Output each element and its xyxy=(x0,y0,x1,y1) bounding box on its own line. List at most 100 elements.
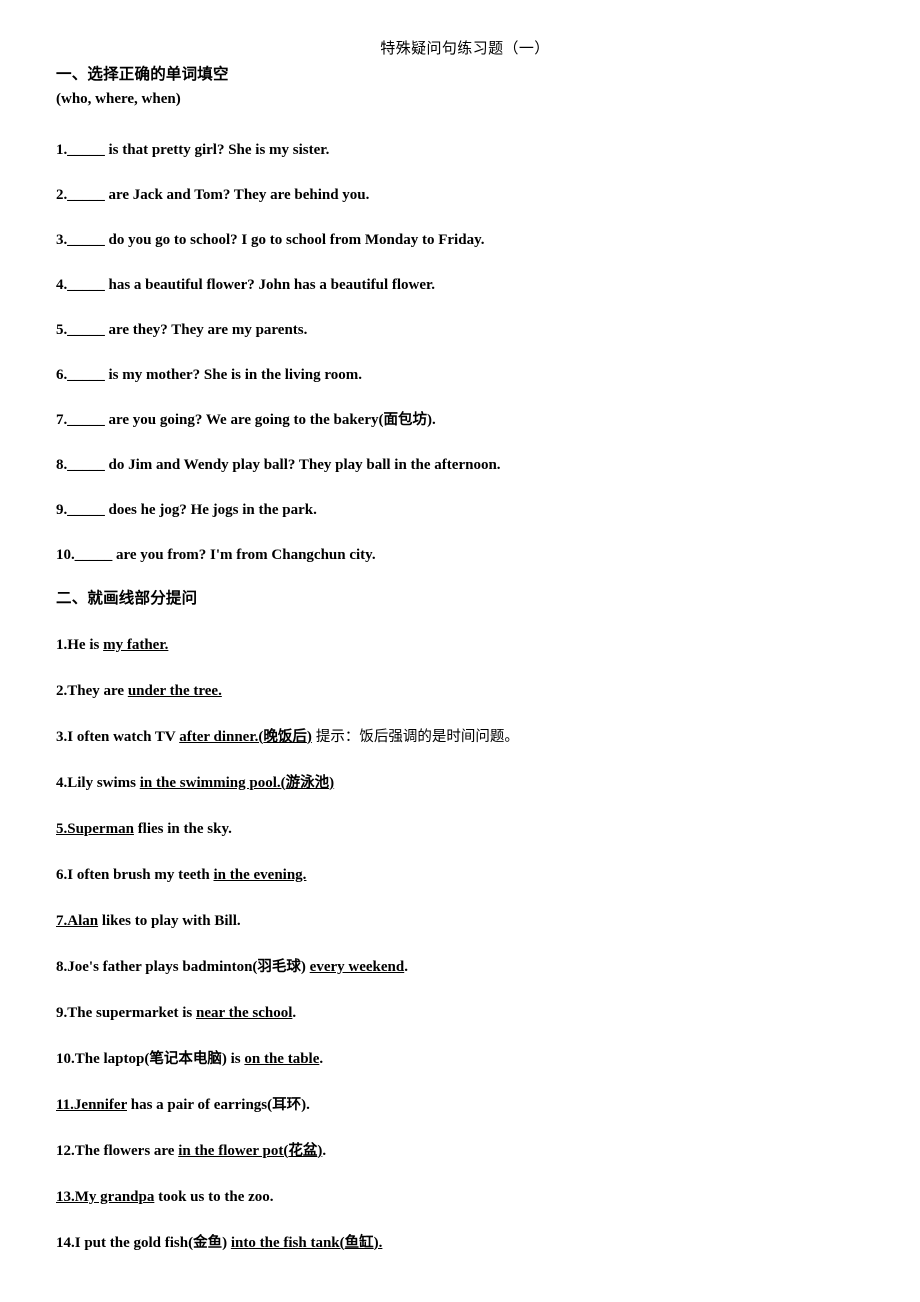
item-text: does he jog? He jogs in the park. xyxy=(104,502,317,518)
chinese-gloss: 羽毛球 xyxy=(257,959,301,975)
sentence-lead: 14.I put the gold fish(金鱼) xyxy=(56,1235,231,1251)
fill-in-blank-item: 9._____ does he jog? He jogs in the park… xyxy=(56,500,880,520)
item-number: 8. xyxy=(56,457,68,473)
item-number: 9. xyxy=(56,502,68,518)
underline-question-item: 5.Superman flies in the sky. xyxy=(56,819,880,839)
underline-question-item: 4.Lily swims in the swimming pool.(游泳池) xyxy=(56,773,880,793)
underline-question-item: 13.My grandpa took us to the zoo. xyxy=(56,1187,880,1207)
item-text: is that pretty girl? She is my sister. xyxy=(104,142,330,158)
item-number: 4. xyxy=(56,277,68,293)
item-text: are they? They are my parents. xyxy=(104,322,308,338)
item-number: 1. xyxy=(56,142,68,158)
underlined-phrase[interactable]: in the swimming pool.(游泳池) xyxy=(140,775,334,791)
item-number: 10. xyxy=(56,547,75,563)
chinese-gloss: 鱼缸 xyxy=(344,1235,374,1251)
underlined-phrase[interactable]: under the tree. xyxy=(128,683,222,699)
fill-in-blank-item: 10._____ are you from? I'm from Changchu… xyxy=(56,545,880,565)
chinese-gloss: 金鱼 xyxy=(193,1235,223,1251)
underline-question-item: 7.Alan likes to play with Bill. xyxy=(56,911,880,931)
underlined-phrase[interactable]: 11.Jennifer xyxy=(56,1097,127,1113)
sentence-lead: 12.The flowers are xyxy=(56,1143,179,1159)
underlined-phrase[interactable]: on the table xyxy=(244,1051,319,1067)
sentence-tail: . xyxy=(319,1051,324,1067)
underlined-phrase[interactable]: every weekend xyxy=(310,959,405,975)
section-heading-two: 二、就画线部分提问 xyxy=(56,589,198,607)
sentence-tail: likes to play with Bill. xyxy=(98,913,241,929)
item-text: has a beautiful flower? John has a beaut… xyxy=(104,277,436,293)
underlined-phrase[interactable]: after dinner.(晚饭后) xyxy=(179,729,312,745)
underlined-phrase[interactable]: 5.Superman xyxy=(56,821,134,837)
section-heading-one: 一、选择正确的单词填空 xyxy=(56,65,229,83)
underlined-phrase[interactable]: my father. xyxy=(103,637,168,653)
sentence-tail: . xyxy=(404,959,408,975)
fill-in-blank-item: 8._____ do Jim and Wendy play ball? They… xyxy=(56,455,880,475)
item-number: 3. xyxy=(56,232,68,248)
underline-question-item: 12.The flowers are in the flower pot(花盆)… xyxy=(56,1141,880,1161)
chinese-gloss: 游泳池 xyxy=(285,775,330,791)
page-title: 特殊疑问句练习题（一） xyxy=(380,39,550,57)
underline-question-item: 10.The laptop(笔记本电脑) is on the table. xyxy=(56,1049,880,1069)
underlined-phrase[interactable]: 13.My grandpa xyxy=(56,1189,154,1205)
underlined-phrase[interactable]: 7.Alan xyxy=(56,913,98,929)
fill-in-blank-item: 7._____ are you going? We are going to t… xyxy=(56,410,880,430)
sentence-lead: 2.They are xyxy=(56,683,128,699)
answer-blank[interactable]: _____ xyxy=(67,457,105,473)
sentence-lead: 3.I often watch TV xyxy=(56,729,180,745)
underline-question-item: 9.The supermarket is near the school. xyxy=(56,1003,880,1023)
underline-question-list: 1.He is my father. 2.They are under the t… xyxy=(56,635,880,1253)
fill-in-blank-item: 5._____ are they? They are my parents. xyxy=(56,320,880,340)
chinese-gloss: 花盆 xyxy=(288,1143,318,1159)
chinese-gloss: 晚饭后 xyxy=(263,729,307,745)
item-number: 2. xyxy=(56,187,68,203)
sentence-tail: flies in the sky. xyxy=(133,821,232,837)
sentence-lead: 1.He is xyxy=(56,637,104,653)
underline-question-item: 2.They are under the tree. xyxy=(56,681,880,701)
sentence-lead: 6.I often brush my teeth xyxy=(56,867,214,883)
document-page: 特殊疑问句练习题（一） 一、选择正确的单词填空 (who, where, whe… xyxy=(0,0,920,1302)
underlined-phrase[interactable]: in the evening. xyxy=(214,867,307,883)
sentence-lead: 10.The laptop(笔记本电脑) is xyxy=(56,1051,245,1067)
answer-blank[interactable]: _____ xyxy=(67,142,105,158)
fill-in-blank-item: 6._____ is my mother? She is in the livi… xyxy=(56,365,880,385)
item-text: do you go to school? I go to school from… xyxy=(104,232,485,248)
fill-in-blank-item: 3._____ do you go to school? I go to sch… xyxy=(56,230,880,250)
item-text: do Jim and Wendy play ball? They play ba… xyxy=(104,457,501,473)
sentence-lead: 4.Lily swims xyxy=(56,775,140,791)
fill-in-blank-item: 4._____ has a beautiful flower? John has… xyxy=(56,275,880,295)
document-body: 一、选择正确的单词填空 (who, where, when) 1._____ i… xyxy=(56,64,880,1253)
fill-in-blank-item: 1._____ is that pretty girl? She is my s… xyxy=(56,140,880,160)
answer-blank[interactable]: _____ xyxy=(67,187,105,203)
answer-blank[interactable]: _____ xyxy=(67,502,105,518)
sentence-tail: has a pair of earrings(耳环). xyxy=(126,1097,310,1113)
sentence-tail: . xyxy=(322,1143,327,1159)
answer-blank[interactable]: _____ xyxy=(67,367,105,383)
answer-blank[interactable]: _____ xyxy=(67,277,105,293)
word-bank: (who, where, when) xyxy=(56,91,181,107)
answer-blank[interactable]: _____ xyxy=(67,232,105,248)
teacher-hint: 提示：饭后强调的是时间问题。 xyxy=(315,729,519,745)
fill-in-blank-question-list: 1._____ is that pretty girl? She is my s… xyxy=(56,140,880,565)
chinese-gloss: 笔记本电脑 xyxy=(149,1051,222,1067)
chinese-gloss: 面包坊 xyxy=(383,412,428,428)
item-number: 5. xyxy=(56,322,68,338)
item-text: is my mother? She is in the living room. xyxy=(104,367,362,383)
item-text: are you from? I'm from Changchun city. xyxy=(112,547,376,563)
answer-blank[interactable]: _____ xyxy=(75,547,113,563)
item-number: 6. xyxy=(56,367,68,383)
item-text: are Jack and Tom? They are behind you. xyxy=(104,187,370,203)
answer-blank[interactable]: _____ xyxy=(67,412,105,428)
underline-question-item: 14.I put the gold fish(金鱼) into the fish… xyxy=(56,1233,880,1253)
underlined-phrase[interactable]: near the school xyxy=(196,1005,292,1021)
underline-question-item: 6.I often brush my teeth in the evening. xyxy=(56,865,880,885)
underlined-phrase[interactable]: in the flower pot(花盆) xyxy=(178,1143,322,1159)
underlined-phrase[interactable]: into the fish tank(鱼缸). xyxy=(231,1235,383,1251)
item-text: are you going? We are going to the baker… xyxy=(104,412,436,428)
item-number: 7. xyxy=(56,412,68,428)
answer-blank[interactable]: _____ xyxy=(67,322,105,338)
underline-question-item: 8.Joe's father plays badminton(羽毛球) ever… xyxy=(56,957,880,977)
underline-question-item: 1.He is my father. xyxy=(56,635,880,655)
sentence-tail: . xyxy=(292,1005,297,1021)
fill-in-blank-item: 2._____ are Jack and Tom? They are behin… xyxy=(56,185,880,205)
sentence-lead: 8.Joe's father plays badminton(羽毛球) xyxy=(56,959,310,975)
sentence-lead: 9.The supermarket is xyxy=(56,1005,196,1021)
